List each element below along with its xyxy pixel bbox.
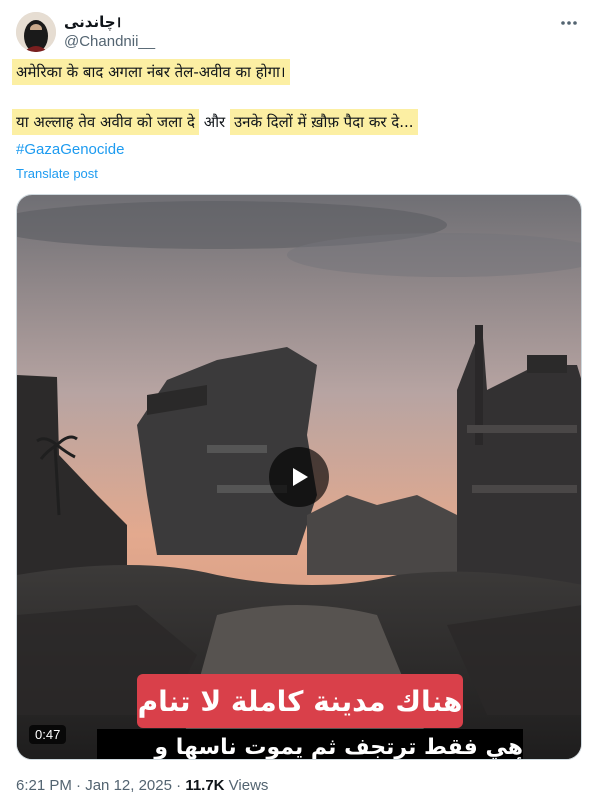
video-player[interactable]: هناك مدينة كاملة لا تنام هي فقط ترتجف ثم… bbox=[16, 194, 582, 760]
post-text-line-1: अमेरिका के बाद अगला नंबर तेल-अवीव का होग… bbox=[12, 59, 290, 85]
post-time[interactable]: 6:21 PM bbox=[16, 777, 72, 794]
translate-post-link[interactable]: Translate post bbox=[16, 166, 98, 181]
post-metadata: 6:21 PM · Jan 12, 2025 · 11.7K Views bbox=[16, 777, 268, 794]
play-button[interactable] bbox=[269, 447, 329, 507]
display-name[interactable]: چاندنی। bbox=[64, 12, 121, 32]
post-text-line-2: या अल्लाह तेव अवीव को जला दे और उनके दिल… bbox=[12, 109, 418, 135]
video-caption: هناك مدينة كاملة لا تنام bbox=[137, 674, 463, 728]
play-icon bbox=[293, 468, 308, 486]
video-caption: هي فقط ترتجف ثم يموت ناسها و أطفالها من bbox=[97, 729, 523, 759]
video-duration: 0:47 bbox=[29, 725, 67, 744]
separator: · bbox=[171, 777, 186, 794]
hashtag-link[interactable]: #GazaGenocide bbox=[16, 141, 124, 158]
plain-text: और bbox=[198, 113, 230, 131]
highlighted-text: अमेरिका के बाद अगला नंबर तेल-अवीव का होग… bbox=[12, 59, 290, 85]
post-date[interactable]: Jan 12, 2025 bbox=[85, 777, 172, 794]
more-options-icon[interactable] bbox=[558, 12, 580, 34]
user-handle[interactable]: @Chandnii__ bbox=[64, 33, 155, 50]
highlighted-text: उनके दिलों में ख़ौफ़ पैदा कर दे... bbox=[229, 109, 418, 135]
views-label: Views bbox=[224, 777, 269, 794]
views-count: 11.7K bbox=[185, 777, 225, 794]
highlighted-text: या अल्लाह तेव अवीव को जला दे bbox=[12, 109, 199, 135]
separator: · bbox=[71, 777, 86, 794]
avatar[interactable] bbox=[16, 12, 56, 52]
